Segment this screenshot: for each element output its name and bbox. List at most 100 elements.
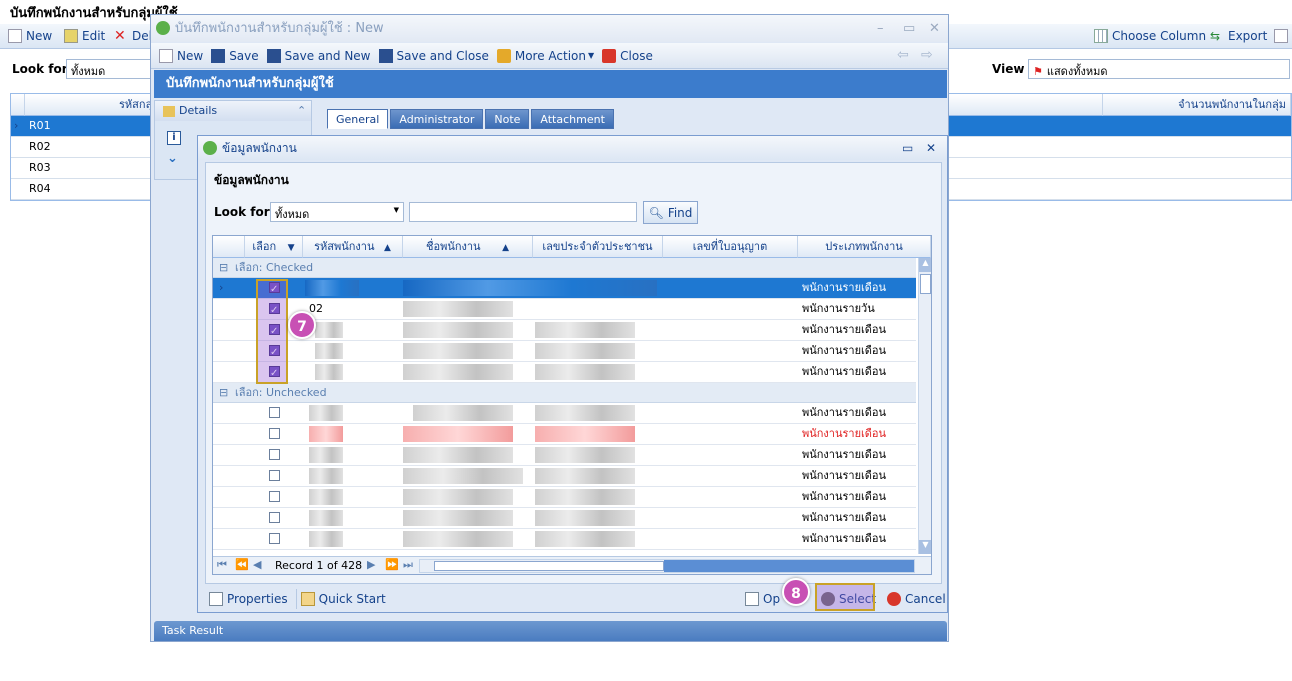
- row-checkbox[interactable]: [269, 407, 280, 418]
- table-row[interactable]: › พนักงานรายเดือน: [213, 278, 916, 300]
- power-icon: [602, 48, 617, 63]
- cancel-button[interactable]: Cancel: [883, 589, 950, 609]
- app-icon: [203, 141, 217, 155]
- look-for-combo[interactable]: ทั้งหมด ▼: [270, 202, 404, 222]
- collapse-icon: ⊟: [219, 386, 229, 399]
- look-for-combo[interactable]: ทั้งหมด: [66, 59, 156, 79]
- scroll-down-icon[interactable]: ▼: [919, 540, 931, 554]
- col-header-emp-type[interactable]: ประเภทพนักงาน: [798, 236, 931, 258]
- save-and-close-button[interactable]: Save and Close: [375, 46, 493, 66]
- chevron-down-icon: ▼: [588, 51, 595, 60]
- table-row[interactable]: พนักงานรายเดือน: [213, 445, 916, 466]
- options-button[interactable]: Op: [741, 589, 784, 609]
- report-icon: [1274, 29, 1288, 43]
- chevron-down-icon: ▼: [393, 206, 399, 214]
- employee-picker-popup: ข้อมูลพนักงาน ▭ ✕ ข้อมูลพนักงาน Look for…: [197, 135, 948, 613]
- save-and-new-button[interactable]: Save and New: [263, 46, 375, 66]
- expand-icon[interactable]: ⌄: [167, 151, 178, 166]
- more-action-icon: [496, 48, 511, 63]
- look-for-label: Look for: [214, 205, 270, 219]
- popup-titlebar: ข้อมูลพนักงาน ▭ ✕: [198, 136, 947, 160]
- task-result-bar[interactable]: Task Result: [154, 621, 947, 641]
- next-record-icon[interactable]: ▶: [367, 558, 375, 571]
- dialog-new-button[interactable]: New: [155, 46, 207, 66]
- search-input[interactable]: [409, 202, 637, 222]
- first-record-icon[interactable]: ⏮: [217, 558, 227, 572]
- table-row[interactable]: พนักงานรายเดือน: [213, 487, 916, 508]
- forward-arrow-icon[interactable]: ⇨: [921, 47, 933, 63]
- next-page-icon[interactable]: ⏩: [385, 558, 399, 571]
- col-header-emp-code[interactable]: รหัสพนักงาน ▲: [303, 236, 403, 258]
- info-icon[interactable]: i: [167, 131, 181, 145]
- last-record-icon[interactable]: ⏭: [403, 558, 413, 572]
- close-icon[interactable]: ✕: [926, 136, 936, 160]
- edit-button[interactable]: Edit: [60, 26, 109, 46]
- horizontal-scrollbar[interactable]: [419, 559, 915, 573]
- hscroll-thumb[interactable]: [434, 561, 664, 571]
- details-header[interactable]: Details ⌃: [155, 101, 311, 121]
- col-header-license-no[interactable]: เลขที่ใบอนุญาต: [663, 236, 798, 258]
- choose-column-button[interactable]: Choose Column: [1090, 26, 1210, 46]
- maximize-icon[interactable]: ▭: [902, 136, 913, 160]
- back-arrow-icon[interactable]: ⇦: [897, 47, 909, 63]
- group-row-checked[interactable]: ⊟ เลือก: Checked: [213, 258, 916, 278]
- dialog-titlebar: บันทึกพนักงานสำหรับกลุ่มผู้ใช้ : New – ▭…: [151, 15, 948, 42]
- table-row[interactable]: พนักงานรายเดือน: [213, 341, 916, 363]
- find-button[interactable]: 🔍︎ Find: [643, 201, 698, 224]
- table-row[interactable]: พนักงานรายเดือน: [213, 320, 916, 342]
- prev-page-icon[interactable]: ⏪: [235, 558, 249, 571]
- table-row[interactable]: พนักงานรายเดือน: [213, 424, 916, 445]
- scroll-thumb[interactable]: [920, 274, 931, 294]
- row-checkbox[interactable]: [269, 512, 280, 523]
- collapse-icon: ⊟: [219, 261, 229, 274]
- table-row[interactable]: พนักงานรายเดือน: [213, 529, 916, 550]
- row-pointer-icon: ›: [219, 281, 224, 294]
- minimize-icon[interactable]: –: [877, 15, 884, 42]
- cancel-icon: [887, 592, 901, 606]
- dialog-header: บันทึกพนักงานสำหรับกลุ่มผู้ใช้: [154, 70, 947, 98]
- scroll-up-icon[interactable]: ▲: [919, 258, 931, 272]
- columns-icon: [1094, 29, 1108, 43]
- new-button[interactable]: New: [4, 26, 56, 46]
- report-button[interactable]: [1270, 26, 1292, 46]
- row-checkbox[interactable]: [269, 491, 280, 502]
- record-navigator: ⏮ ⏪ ◀ Record 1 of 428 ▶ ⏩ ⏭: [213, 556, 931, 574]
- collapse-icon[interactable]: ⌃: [297, 101, 306, 121]
- dialog-close-button[interactable]: Close: [598, 46, 657, 66]
- tab-note[interactable]: Note: [485, 109, 530, 129]
- tab-strip: General Administrator Note Attachment: [327, 109, 616, 129]
- tab-administrator[interactable]: Administrator: [390, 109, 484, 129]
- row-checkbox[interactable]: [269, 470, 280, 481]
- close-icon[interactable]: ✕: [929, 15, 940, 42]
- table-row[interactable]: พนักงานรายเดือน: [213, 466, 916, 487]
- maximize-icon[interactable]: ▭: [903, 15, 915, 42]
- select-button-highlight: [815, 583, 875, 611]
- save-button[interactable]: Save: [207, 46, 262, 66]
- delete-icon: ✕: [114, 28, 126, 44]
- record-counter: Record 1 of 428: [275, 559, 363, 572]
- more-action-button[interactable]: More Action ▼: [493, 46, 598, 66]
- table-row[interactable]: 02 พนักงานรายวัน: [213, 299, 916, 321]
- quick-start-button[interactable]: Quick Start: [295, 589, 390, 609]
- prev-record-icon[interactable]: ◀: [253, 558, 261, 571]
- vertical-scrollbar[interactable]: ▲ ▼: [918, 258, 931, 554]
- table-row[interactable]: พนักงานรายเดือน: [213, 403, 916, 424]
- grid-header-count[interactable]: จำนวนพนักงานในกลุ่ม: [1103, 94, 1291, 116]
- table-row[interactable]: พนักงานรายเดือน: [213, 508, 916, 529]
- tab-attachment[interactable]: Attachment: [531, 109, 614, 129]
- col-header-emp-name[interactable]: ชื่อพนักงาน ▲: [403, 236, 533, 258]
- view-label: View: [992, 62, 1025, 76]
- row-checkbox[interactable]: [269, 449, 280, 460]
- export-button[interactable]: ⇆ Export: [1206, 26, 1271, 46]
- group-row-unchecked[interactable]: ⊟ เลือก: Unchecked: [213, 383, 916, 403]
- save-icon: [211, 48, 226, 63]
- properties-button[interactable]: Properties: [205, 589, 292, 609]
- col-header-select[interactable]: เลือก ▼: [245, 236, 303, 258]
- table-row[interactable]: พนักงานรายเดือน: [213, 362, 916, 384]
- col-header-citizen-id[interactable]: เลขประจำตัวประชาชน: [533, 236, 663, 258]
- tab-general[interactable]: General: [327, 109, 389, 129]
- row-checkbox[interactable]: [269, 533, 280, 544]
- step-badge-8: 8: [782, 578, 810, 606]
- row-checkbox[interactable]: [269, 428, 280, 439]
- view-combo[interactable]: ⚑ แสดงทั้งหมด: [1028, 59, 1290, 79]
